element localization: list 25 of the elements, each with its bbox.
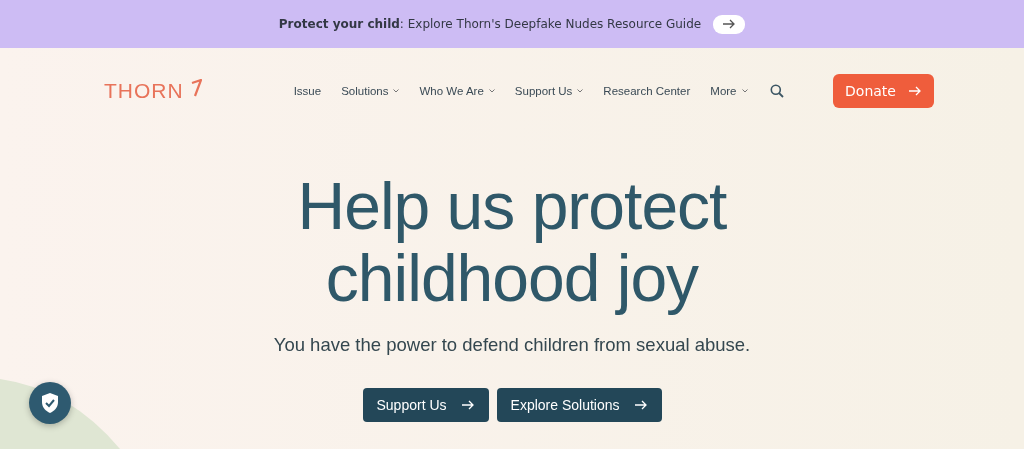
cta-button[interactable]: Explore Solutions [496, 388, 662, 422]
nav-link[interactable]: Who We Are [419, 84, 495, 97]
search-icon[interactable] [769, 83, 784, 98]
banner-text: Protect your child: Explore Thorn's Deepfake Nudes Resource Guide [278, 17, 702, 31]
cta-button[interactable]: Support Us [362, 388, 489, 422]
hero-subtitle: You have the power to defend children from sexual abuse. [273, 334, 751, 356]
caret-icon [393, 88, 400, 93]
nav-link[interactable]: More [710, 84, 748, 97]
hero-heading: Help us protect childhood joy [297, 170, 727, 314]
arrow-icon [633, 400, 648, 410]
nav-link[interactable]: Solutions [341, 84, 400, 97]
privacy-badge-button[interactable] [29, 382, 71, 424]
arrow-icon [460, 400, 475, 410]
arrow-icon [907, 85, 922, 96]
thorn-mark-icon [189, 78, 202, 97]
arrow-icon [722, 19, 737, 29]
caret-icon [741, 88, 748, 93]
caret-icon [488, 88, 495, 93]
nav-link[interactable]: Research Center [603, 84, 691, 97]
nav-link[interactable]: Issue [293, 84, 322, 97]
logo-text: THORN [104, 78, 184, 103]
caret-icon [577, 88, 584, 93]
banner-arrow-button[interactable] [713, 14, 746, 34]
nav-link[interactable]: Support Us [514, 84, 584, 97]
shield-check-icon [40, 392, 60, 414]
